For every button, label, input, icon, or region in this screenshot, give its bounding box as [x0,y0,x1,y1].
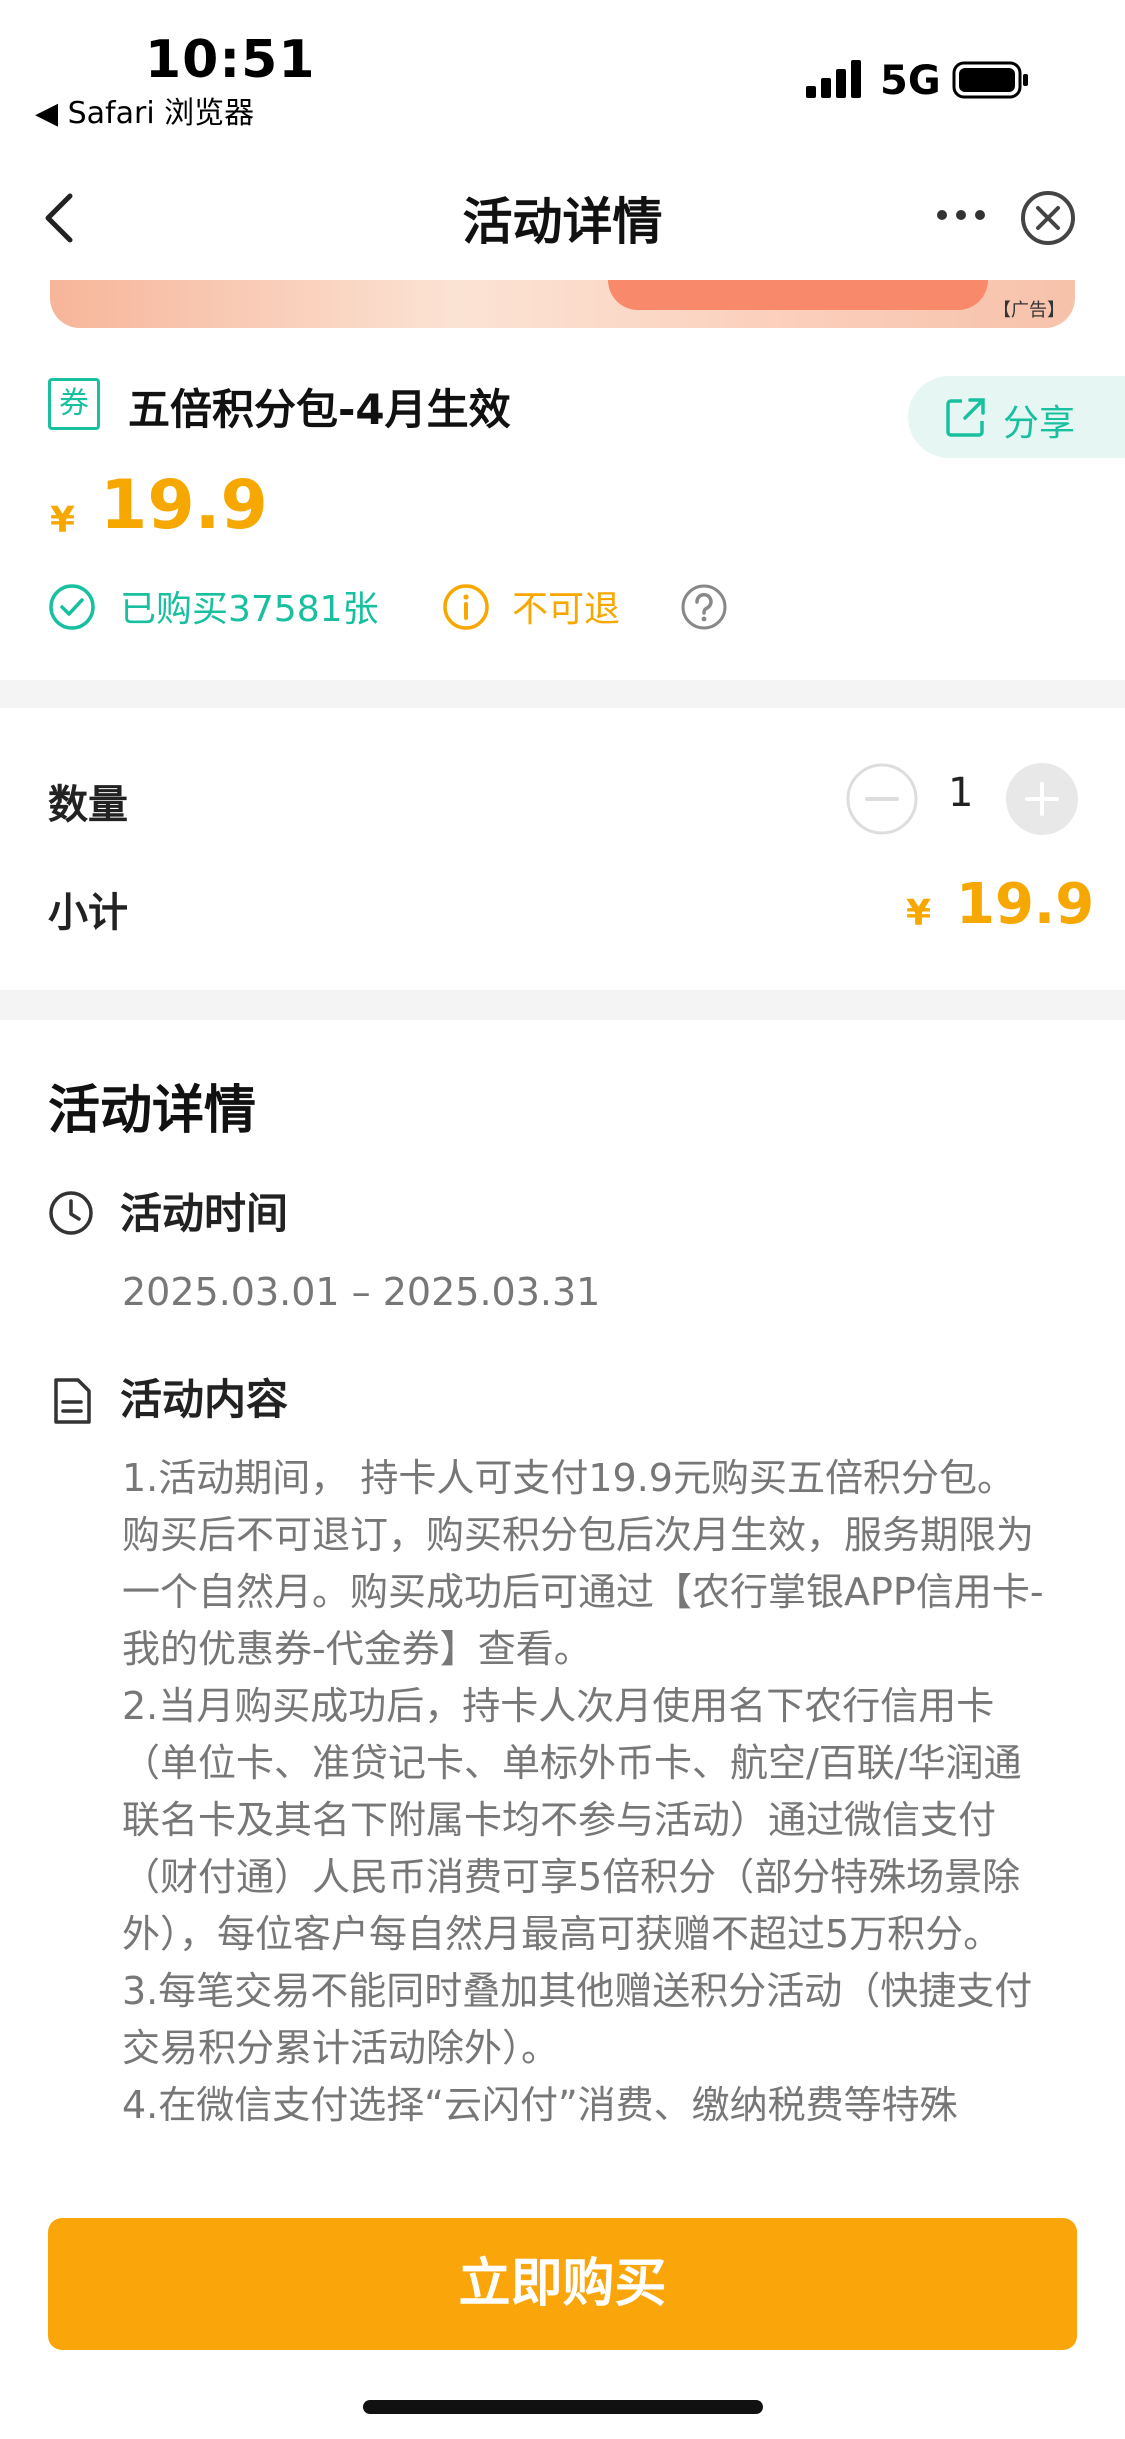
product-price: 19.9 [100,466,268,545]
minus-icon[interactable] [845,762,919,840]
activity-time-label: 活动时间 [120,1189,289,1238]
subtotal-value: 19.9 [956,872,1095,937]
sold-count: 已购买37581张 [120,589,379,630]
network-type: 5G [880,58,941,104]
close-icon[interactable] [1018,188,1078,252]
content-paragraph: 4.在微信支付选择“云闪付”消费、缴纳税费等特殊 [122,2083,958,2127]
back-to-safari-link[interactable]: ◀ Safari 浏览器 [35,88,254,132]
activity-content: 1.活动期间， 持卡人可支付19.9元购买五倍积分包。购买后不可退订，购买积分包… [122,1450,1052,2186]
refund-policy: 不可退 [512,589,621,630]
content-paragraph: 3.每笔交易不能同时叠加其他赠送积分活动（快捷支付交易积分累计活动除外）。 [122,1969,1033,2070]
section-divider [0,680,1125,708]
banner-graphic [608,280,988,310]
battery-icon [952,60,1032,104]
subtotal-label: 小计 [48,890,128,936]
activity-time-range: 2025.03.01 – 2025.03.31 [122,1270,601,1314]
status-time: 10:51 [145,30,316,90]
home-indicator[interactable] [363,2400,763,2414]
quantity-value: 1 [948,770,974,816]
coupon-icon: 券 [48,378,100,430]
section-divider [0,990,1125,1020]
share-label[interactable]: 分享 [1003,394,1075,446]
subtotal-currency: ¥ [906,893,932,934]
signal-icon [806,60,864,104]
buy-now-button[interactable]: 立即购买 [48,2218,1077,2350]
quantity-label: 数量 [48,782,128,828]
share-icon[interactable] [945,396,987,442]
content-paragraph: 2.当月购买成功后，持卡人次月使用名下农行信用卡（单位卡、准贷记卡、单标外币卡、… [122,1684,1022,1956]
plus-icon[interactable] [1005,762,1079,840]
more-icon[interactable] [936,206,986,225]
document-icon [52,1377,92,1429]
clock-icon [48,1190,94,1240]
ad-tag: 【广告】 [993,300,1065,321]
ad-banner[interactable] [50,280,1075,328]
check-circle-icon [48,583,96,635]
activity-content-label: 活动内容 [120,1375,289,1424]
details-title: 活动详情 [48,1081,257,1141]
info-icon [442,583,490,635]
product-title: 五倍积分包-4月生效 [128,385,511,434]
content-paragraph: 1.活动期间， 持卡人可支付19.9元购买五倍积分包。购买后不可退订，购买积分包… [122,1456,1044,1671]
price-currency: ¥ [50,500,76,541]
help-icon[interactable] [680,583,728,635]
